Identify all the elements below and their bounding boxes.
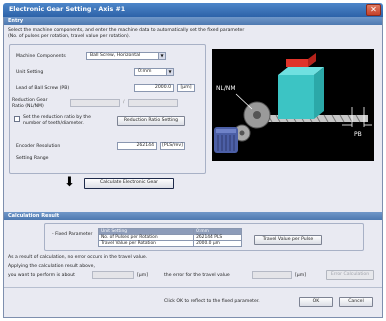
instructions-line-2: (No. of pulses per rotation, travel valu… xyxy=(8,34,131,39)
apply-label: Applying the calculation result above, xyxy=(8,264,95,269)
cancel-button[interactable]: Cancel xyxy=(339,297,373,307)
error-unit: [μm] xyxy=(295,273,306,278)
footer-divider xyxy=(4,287,382,288)
reduction-ratio-setting-button[interactable]: Reduction Ratio Setting xyxy=(117,116,185,126)
diagram-ratio-label: NL/NM xyxy=(216,85,236,92)
machine-components-label: Machine Components xyxy=(16,54,66,59)
reduction-ratio-nl-input[interactable] xyxy=(70,99,120,107)
set-ratio-label-2: number of teeth/diameter. xyxy=(23,121,84,126)
machine-diagram: NL/NM PB xyxy=(212,49,374,161)
ball-screw-diagram xyxy=(212,49,374,161)
machine-components-value: Ball Screw, Horizontal xyxy=(90,53,141,58)
calculate-electronic-gear-button[interactable]: Calculate Electronic Gear xyxy=(84,178,174,189)
setting-range-label: Setting Range xyxy=(16,156,49,161)
close-icon: ✕ xyxy=(370,5,377,14)
window-title: Electronic Gear Setting - Axis #1 xyxy=(9,6,126,13)
perform-value-input[interactable] xyxy=(92,271,134,279)
unit-setting-label: Unit Setting xyxy=(16,70,44,75)
error-calculation-button[interactable]: Error Calculation xyxy=(326,270,374,280)
close-button[interactable]: ✕ xyxy=(366,4,381,16)
chevron-down-icon: ▼ xyxy=(158,53,165,59)
entry-section-header: Entry xyxy=(4,17,382,25)
arrow-down-icon: ⬇ xyxy=(64,175,75,190)
set-ratio-label-1: Set the reduction ratio by the xyxy=(23,115,91,120)
fixed-parameter-label: - Fixed Parameter xyxy=(52,232,93,237)
footer-note: Click OK to reflect to the fixed paramet… xyxy=(164,299,260,304)
diagram-pitch-label: PB xyxy=(354,131,362,138)
calculation-note: As a result of calculation, no error occ… xyxy=(8,255,148,260)
perform-unit: [μm] xyxy=(137,273,148,278)
ok-button[interactable]: OK xyxy=(299,297,333,307)
reduction-ratio-label-2: Ratio (NL/NM) xyxy=(12,104,44,109)
error-value-input[interactable] xyxy=(252,271,292,279)
encoder-resolution-label: Encoder Resolution xyxy=(16,144,61,149)
window-titlebar: Electronic Gear Setting - Axis #1 ✕ xyxy=(3,3,383,17)
machine-data-group xyxy=(9,44,206,174)
reduction-ratio-nm-input[interactable] xyxy=(128,99,178,107)
perform-label: you want to perform is about xyxy=(8,273,75,278)
table-row: Travel Value per Rotation 2000.0 μm xyxy=(97,240,242,247)
table-cell: Travel Value per Rotation xyxy=(97,240,195,247)
lead-ball-screw-input[interactable]: 2000.0 xyxy=(134,84,174,92)
lead-ball-screw-label: Lead of Ball Screw (PB) xyxy=(16,86,70,91)
fixed-parameter-table: Unit Setting 0:mm No. of Pulses per Rota… xyxy=(97,228,242,247)
set-ratio-checkbox[interactable] xyxy=(14,116,20,122)
reduction-ratio-label-1: Reduction Gear xyxy=(12,98,48,103)
instructions-line-1: Select the machine components, and enter… xyxy=(8,28,245,33)
calculation-result-header: Calculation Result xyxy=(4,212,382,220)
error-label: the error for the travel value xyxy=(164,273,230,278)
ratio-separator: / xyxy=(123,100,125,105)
unit-setting-value: 0:mm xyxy=(138,69,152,74)
encoder-resolution-unit: [PLS/rev] xyxy=(160,142,185,150)
travel-value-per-pulse-button[interactable]: Travel Value per Pulse xyxy=(254,235,322,245)
lead-ball-screw-unit: [μm] xyxy=(177,84,195,92)
chevron-down-icon: ▼ xyxy=(166,69,173,75)
unit-setting-select[interactable]: 0:mm ▼ xyxy=(134,68,174,76)
dialog-body: Entry Select the machine components, and… xyxy=(3,17,383,318)
encoder-resolution-input[interactable]: 262144 xyxy=(117,142,157,150)
table-cell: 2000.0 μm xyxy=(193,240,242,247)
machine-components-select[interactable]: Ball Screw, Horizontal ▼ xyxy=(86,52,166,60)
